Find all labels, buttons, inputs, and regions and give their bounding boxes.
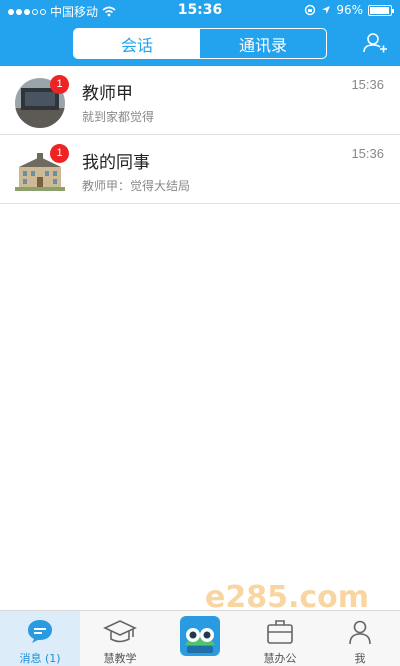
status-bar: 中国移动 15:36 96% [0, 0, 400, 22]
conversation-preview: 教师甲：觉得大结局 [82, 179, 191, 193]
battery-fill [370, 6, 389, 14]
briefcase-icon [267, 620, 293, 644]
bottom-tab-bar: 消息 (1) 慧教学 慧办公 我 [0, 610, 400, 666]
conversation-row-colleagues[interactable]: 1 我的同事 教师甲：觉得大结局 15:36 [0, 135, 400, 204]
conversation-list: 1 教师甲 就到家都觉得 15:36 1 我的同事 教师甲：觉得大结局 15:3… [0, 66, 400, 204]
tab-label: 慧教学 [103, 652, 137, 665]
battery-percent: 96% [336, 3, 363, 17]
tab-messages[interactable]: 消息 (1) [0, 611, 80, 666]
top-header: 中国移动 15:36 96% 会话 通讯录 [0, 0, 400, 66]
tab-office[interactable]: 慧办公 [240, 611, 320, 666]
conversation-title: 我的同事 [82, 153, 150, 173]
conversation-row-teacher[interactable]: 1 教师甲 就到家都觉得 15:36 [0, 66, 400, 135]
app-logo-icon [180, 616, 220, 656]
tab-conversations[interactable]: 会话 [74, 29, 200, 58]
tab-app-center[interactable] [160, 611, 240, 666]
conversation-title: 教师甲 [82, 84, 133, 104]
graduation-cap-icon [103, 620, 137, 643]
tab-label: 消息 (1) [19, 652, 61, 665]
tab-me[interactable]: 我 [320, 611, 400, 666]
chat-bubble-icon [28, 620, 52, 643]
rotation-lock-icon [305, 4, 316, 16]
unread-badge: 1 [50, 75, 69, 94]
battery-icon [368, 4, 394, 16]
conversation-time: 15:36 [351, 146, 384, 161]
conversation-time: 15:36 [351, 77, 384, 92]
conversation-preview: 就到家都觉得 [82, 110, 155, 124]
person-icon [349, 620, 371, 645]
tab-contacts[interactable]: 通讯录 [200, 29, 326, 58]
location-icon [322, 6, 331, 14]
segment-control: 会话 通讯录 [73, 28, 327, 59]
tab-label: 慧办公 [263, 652, 297, 665]
status-indicators: 96% [304, 3, 394, 17]
unread-badge: 1 [50, 144, 69, 163]
tab-teaching[interactable]: 慧教学 [80, 611, 160, 666]
tab-label: 我 [354, 652, 366, 665]
add-contact-icon[interactable] [362, 30, 388, 56]
